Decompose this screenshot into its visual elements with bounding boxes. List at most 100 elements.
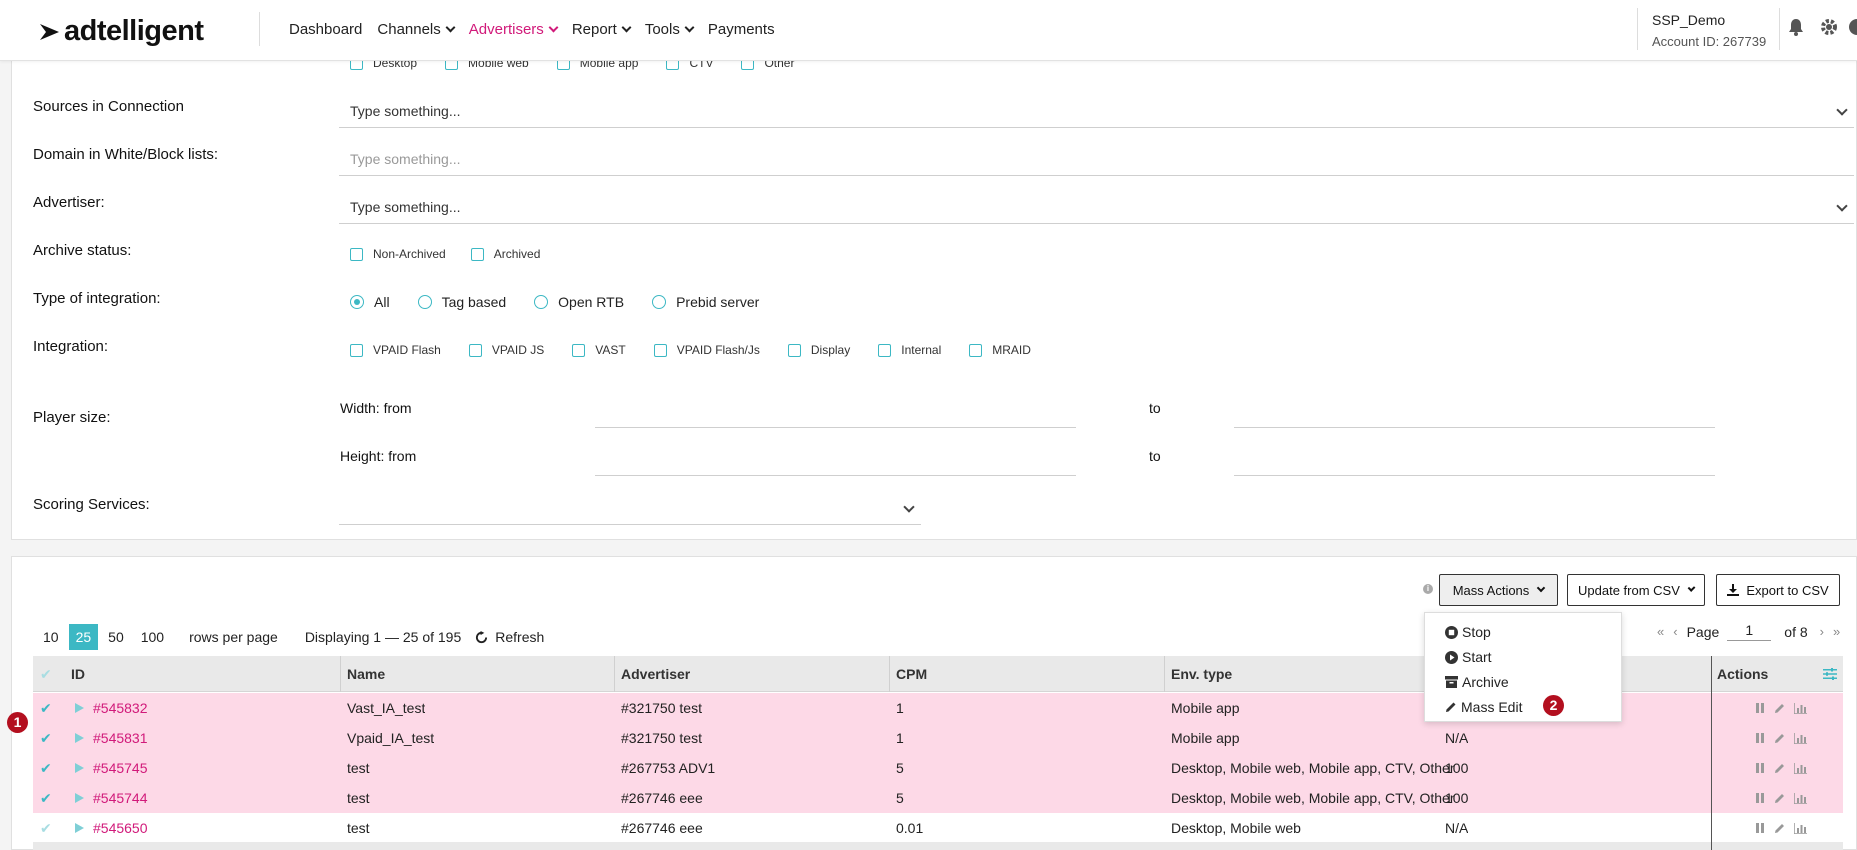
width-to-input[interactable] bbox=[1234, 404, 1715, 428]
col-id[interactable]: ID bbox=[65, 656, 85, 692]
edit-icon[interactable] bbox=[1774, 793, 1785, 804]
refresh-button[interactable]: Refresh bbox=[475, 629, 544, 645]
nav-report[interactable]: Report bbox=[572, 21, 632, 38]
row-checkbox[interactable]: ✔ bbox=[40, 813, 52, 843]
nav-tools[interactable]: Tools bbox=[645, 21, 695, 38]
row-id-link[interactable]: #545832 bbox=[86, 693, 148, 723]
page-input[interactable]: 1 bbox=[1727, 622, 1772, 641]
radio-button[interactable] bbox=[417, 295, 432, 309]
scoring-services-select[interactable] bbox=[339, 493, 921, 525]
width-from-input[interactable] bbox=[595, 404, 1076, 428]
row-checkbox[interactable]: ✔ bbox=[40, 723, 52, 753]
radio-button[interactable] bbox=[534, 295, 549, 309]
radio-prebid-server[interactable]: Prebid server bbox=[652, 294, 759, 310]
stats-icon[interactable] bbox=[1794, 732, 1807, 744]
gear-icon[interactable] bbox=[1820, 18, 1838, 36]
prev-page-icon[interactable]: ‹ bbox=[1673, 624, 1677, 639]
table-row[interactable]: ✔ #545831 Vpaid_IA_test #321750 test 1 M… bbox=[33, 723, 1843, 753]
table-row[interactable]: ✔ #545650 test #267746 eee 0.01 Desktop,… bbox=[33, 813, 1843, 843]
pause-icon[interactable] bbox=[1755, 733, 1765, 743]
play-icon[interactable] bbox=[75, 733, 84, 743]
archive-archived[interactable]: Archived bbox=[470, 247, 540, 261]
checkbox[interactable] bbox=[878, 343, 892, 357]
pause-icon[interactable] bbox=[1755, 793, 1765, 803]
menu-start[interactable]: Start bbox=[1445, 649, 1492, 665]
next-page-icon[interactable]: › bbox=[1820, 624, 1824, 639]
info-icon[interactable]: i bbox=[1423, 584, 1433, 594]
radio-button[interactable] bbox=[350, 295, 364, 309]
checkbox[interactable] bbox=[969, 343, 983, 357]
height-from-input[interactable] bbox=[595, 452, 1076, 476]
pause-icon[interactable] bbox=[1755, 703, 1765, 713]
int-vast[interactable]: VAST bbox=[572, 343, 626, 357]
radio-button[interactable] bbox=[652, 295, 667, 309]
nav-payments[interactable]: Payments bbox=[708, 21, 775, 38]
rpp-50[interactable]: 50 bbox=[101, 624, 131, 650]
checkbox[interactable] bbox=[468, 343, 482, 357]
col-env-type[interactable]: Env. type bbox=[1164, 656, 1232, 692]
row-checkbox[interactable]: ✔ bbox=[40, 693, 52, 723]
chevron-down-icon[interactable] bbox=[903, 501, 915, 513]
stats-icon[interactable] bbox=[1794, 822, 1807, 834]
pause-icon[interactable] bbox=[1755, 763, 1765, 773]
rpp-10[interactable]: 10 bbox=[36, 624, 66, 650]
menu-mass-edit[interactable]: Mass Edit bbox=[1445, 699, 1522, 715]
logo[interactable]: adtelligent bbox=[40, 15, 204, 48]
row-id-link[interactable]: #545745 bbox=[86, 753, 148, 783]
height-to-input[interactable] bbox=[1234, 452, 1715, 476]
checkbox[interactable] bbox=[470, 247, 484, 261]
nav-dashboard[interactable]: Dashboard bbox=[289, 21, 362, 38]
checkbox[interactable] bbox=[787, 343, 801, 357]
domain-input[interactable]: Type something... bbox=[339, 144, 1854, 176]
radio-tag-based[interactable]: Tag based bbox=[417, 294, 506, 310]
chevron-down-icon[interactable] bbox=[1836, 104, 1848, 116]
mass-actions-button[interactable]: Mass Actions bbox=[1439, 574, 1558, 606]
col-cpm[interactable]: CPM bbox=[889, 656, 927, 692]
checkbox[interactable] bbox=[350, 343, 363, 357]
select-all-checkbox[interactable]: ✔ bbox=[40, 656, 52, 686]
row-id-link[interactable]: #545744 bbox=[86, 783, 148, 813]
int-vpaid-flash-js[interactable]: VPAID Flash/Js bbox=[653, 343, 760, 357]
radio-open-rtb[interactable]: Open RTB bbox=[534, 294, 624, 310]
chevron-down-icon[interactable] bbox=[1836, 200, 1848, 212]
int-vpaid-flash[interactable]: VPAID Flash bbox=[350, 343, 441, 357]
row-checkbox[interactable]: ✔ bbox=[40, 783, 52, 813]
menu-archive[interactable]: Archive bbox=[1445, 674, 1509, 690]
table-row[interactable]: ✔ #545745 test #267753 ADV1 5 Desktop, M… bbox=[33, 753, 1843, 783]
radio-all[interactable]: All bbox=[350, 294, 390, 310]
first-page-icon[interactable]: « bbox=[1657, 624, 1664, 639]
play-icon[interactable] bbox=[75, 703, 84, 713]
bell-icon[interactable] bbox=[1788, 18, 1804, 36]
stats-icon[interactable] bbox=[1794, 792, 1807, 804]
play-icon[interactable] bbox=[75, 763, 84, 773]
play-icon[interactable] bbox=[75, 793, 84, 803]
column-settings-icon[interactable] bbox=[1823, 668, 1837, 680]
rpp-100[interactable]: 100 bbox=[134, 624, 171, 650]
row-id-link[interactable]: #545831 bbox=[86, 723, 148, 753]
nav-channels[interactable]: Channels bbox=[377, 21, 456, 38]
export-to-csv-button[interactable]: Export to CSV bbox=[1716, 574, 1840, 606]
col-name[interactable]: Name bbox=[340, 656, 385, 692]
last-page-icon[interactable]: » bbox=[1833, 624, 1840, 639]
edit-icon[interactable] bbox=[1774, 703, 1785, 714]
edit-icon[interactable] bbox=[1774, 823, 1785, 834]
int-display[interactable]: Display bbox=[787, 343, 850, 357]
update-from-csv-button[interactable]: Update from CSV bbox=[1567, 574, 1705, 606]
checkbox[interactable] bbox=[350, 247, 363, 261]
account-info[interactable]: SSP_Demo Account ID: 267739 bbox=[1652, 9, 1766, 53]
checkbox[interactable] bbox=[572, 343, 586, 357]
pause-icon[interactable] bbox=[1755, 823, 1765, 833]
menu-stop[interactable]: Stop bbox=[1445, 624, 1491, 640]
row-checkbox[interactable]: ✔ bbox=[40, 753, 52, 783]
col-advertiser[interactable]: Advertiser bbox=[614, 656, 690, 692]
table-row[interactable]: ✔ #545744 test #267746 eee 5 Desktop, Mo… bbox=[33, 783, 1843, 813]
nav-advertisers[interactable]: Advertisers bbox=[469, 21, 559, 38]
help-icon[interactable] bbox=[1849, 18, 1857, 36]
row-id-link[interactable]: #545650 bbox=[86, 813, 148, 843]
int-vpaid-js[interactable]: VPAID JS bbox=[468, 343, 544, 357]
advertiser-input[interactable]: Type something... bbox=[339, 192, 1854, 224]
archive-non-archived[interactable]: Non-Archived bbox=[350, 247, 446, 261]
edit-icon[interactable] bbox=[1774, 763, 1785, 774]
int-internal[interactable]: Internal bbox=[878, 343, 941, 357]
stats-icon[interactable] bbox=[1794, 762, 1807, 774]
